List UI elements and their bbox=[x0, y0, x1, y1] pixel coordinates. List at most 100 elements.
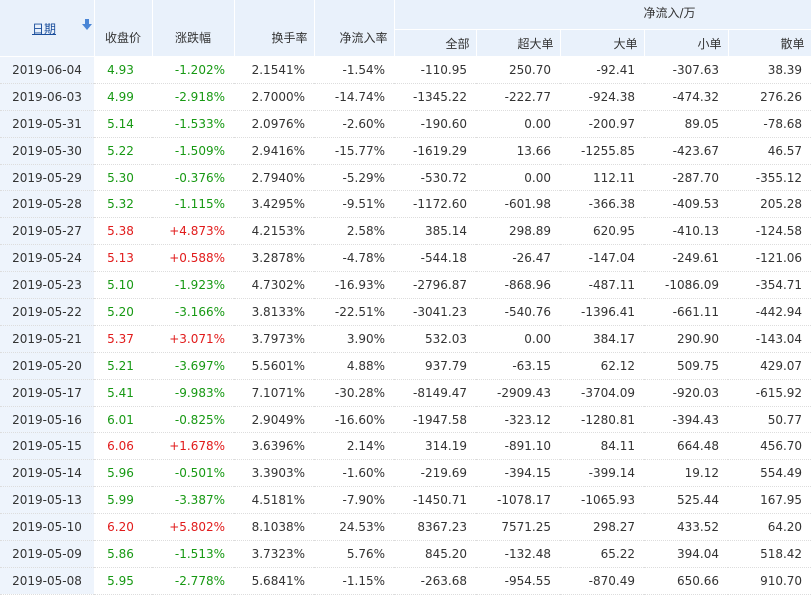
sort-desc-arrow-icon[interactable] bbox=[82, 19, 92, 31]
turnover-cell: 8.1038% bbox=[234, 513, 314, 542]
net-large-cell: 384.17 bbox=[560, 325, 644, 353]
date-cell: 2019-05-15 bbox=[0, 432, 94, 461]
net-small-cell: 509.75 bbox=[644, 352, 728, 380]
change-pct-cell: -0.825% bbox=[152, 406, 234, 434]
close-price-cell: 5.41 bbox=[94, 379, 152, 407]
change-pct-cell: -1.513% bbox=[152, 540, 234, 568]
table-header: 日期 收盘价 涨跌幅 换手率 净流入率 净流入/万 全部 超大单 大单 小单 散… bbox=[0, 0, 811, 57]
net-small-column-header[interactable]: 小单 bbox=[644, 29, 729, 57]
close-price-cell: 5.99 bbox=[94, 486, 152, 515]
change-pct-cell: +3.071% bbox=[152, 325, 234, 353]
net-rate-cell: -1.54% bbox=[314, 56, 394, 84]
net-all-cell: -1450.71 bbox=[394, 486, 476, 515]
turnover-cell: 2.1541% bbox=[234, 56, 314, 84]
net-extra-large-column-header[interactable]: 超大单 bbox=[476, 29, 561, 57]
net-all-cell: -1947.58 bbox=[394, 406, 476, 434]
net-rate-cell: 4.88% bbox=[314, 352, 394, 380]
date-sort-link[interactable]: 日期 bbox=[32, 22, 56, 36]
net-extra-large-cell: -26.47 bbox=[476, 244, 560, 273]
net-retail-cell: 64.20 bbox=[728, 513, 811, 542]
net-rate-cell: -16.93% bbox=[314, 271, 394, 300]
close-price-cell: 5.20 bbox=[94, 298, 152, 326]
table-row: 2019-05-22 5.20 -3.166% 3.8133% -22.51% -3041… bbox=[0, 298, 811, 326]
net-small-cell: -920.03 bbox=[644, 379, 728, 407]
date-cell: 2019-05-17 bbox=[0, 379, 94, 407]
change-pct-cell: -0.501% bbox=[152, 459, 234, 488]
table-row: 2019-05-23 5.10 -1.923% 4.7302% -16.93% -2796… bbox=[0, 271, 811, 300]
date-cell: 2019-05-30 bbox=[0, 137, 94, 165]
net-large-cell: 620.95 bbox=[560, 217, 644, 246]
turnover-cell: 5.5601% bbox=[234, 352, 314, 380]
net-rate-cell: -14.74% bbox=[314, 83, 394, 111]
net-retail-cell: 167.95 bbox=[728, 486, 811, 515]
net-large-cell: -870.49 bbox=[560, 567, 644, 595]
net-small-cell: 394.04 bbox=[644, 540, 728, 568]
net-all-cell: -1619.29 bbox=[394, 137, 476, 165]
net-large-cell: -487.11 bbox=[560, 271, 644, 300]
net-all-cell: 845.20 bbox=[394, 540, 476, 568]
net-small-cell: 89.05 bbox=[644, 110, 728, 138]
date-cell: 2019-05-13 bbox=[0, 486, 94, 515]
net-large-cell: 65.22 bbox=[560, 540, 644, 568]
close-price-cell: 4.93 bbox=[94, 56, 152, 84]
net-large-column-header[interactable]: 大单 bbox=[560, 29, 645, 57]
change-pct-cell: -1.533% bbox=[152, 110, 234, 138]
net-rate-cell: 2.58% bbox=[314, 217, 394, 246]
turnover-column-header[interactable]: 换手率 bbox=[234, 0, 315, 57]
net-retail-cell: 456.70 bbox=[728, 432, 811, 461]
net-large-cell: 298.27 bbox=[560, 513, 644, 542]
close-price-cell: 5.30 bbox=[94, 164, 152, 192]
close-price-cell: 5.32 bbox=[94, 190, 152, 219]
date-cell: 2019-05-16 bbox=[0, 406, 94, 434]
net-retail-cell: 276.26 bbox=[728, 83, 811, 111]
net-large-cell: -92.41 bbox=[560, 56, 644, 84]
close-column-header[interactable]: 收盘价 bbox=[94, 0, 153, 57]
net-all-column-header[interactable]: 全部 bbox=[394, 29, 477, 57]
net-retail-column-header[interactable]: 散单 bbox=[728, 29, 811, 57]
net-all-cell: -190.60 bbox=[394, 110, 476, 138]
net-large-cell: 112.11 bbox=[560, 164, 644, 192]
date-cell: 2019-06-04 bbox=[0, 56, 94, 84]
date-cell: 2019-05-31 bbox=[0, 110, 94, 138]
close-price-cell: 5.95 bbox=[94, 567, 152, 595]
net-large-cell: -1280.81 bbox=[560, 406, 644, 434]
net-retail-cell: -124.58 bbox=[728, 217, 811, 246]
net-small-cell: -474.32 bbox=[644, 83, 728, 111]
net-rate-cell: -1.15% bbox=[314, 567, 394, 595]
net-all-cell: 937.79 bbox=[394, 352, 476, 380]
net-all-cell: -2796.87 bbox=[394, 271, 476, 300]
net-small-cell: -661.11 bbox=[644, 298, 728, 326]
net-retail-cell: -355.12 bbox=[728, 164, 811, 192]
net-rate-cell: 2.14% bbox=[314, 432, 394, 461]
table-row: 2019-05-30 5.22 -1.509% 2.9416% -15.77% -1619… bbox=[0, 137, 811, 165]
net-rate-cell: -9.51% bbox=[314, 190, 394, 219]
net-rate-cell: -7.90% bbox=[314, 486, 394, 515]
turnover-cell: 3.4295% bbox=[234, 190, 314, 219]
net-small-cell: -287.70 bbox=[644, 164, 728, 192]
net-retail-cell: -121.06 bbox=[728, 244, 811, 273]
net-rate-cell: -30.28% bbox=[314, 379, 394, 407]
close-price-cell: 5.22 bbox=[94, 137, 152, 165]
net-large-cell: -147.04 bbox=[560, 244, 644, 273]
change-pct-cell: +5.802% bbox=[152, 513, 234, 542]
date-cell: 2019-05-10 bbox=[0, 513, 94, 542]
net-extra-large-cell: -2909.43 bbox=[476, 379, 560, 407]
net-rate-cell: 5.76% bbox=[314, 540, 394, 568]
date-cell: 2019-05-09 bbox=[0, 540, 94, 568]
change-column-header[interactable]: 涨跌幅 bbox=[152, 0, 235, 57]
net-rate-cell: -15.77% bbox=[314, 137, 394, 165]
net-large-cell: 62.12 bbox=[560, 352, 644, 380]
net-rate-cell: 3.90% bbox=[314, 325, 394, 353]
date-column-header[interactable]: 日期 bbox=[0, 0, 95, 57]
net-large-cell: -399.14 bbox=[560, 459, 644, 488]
net-small-cell: -249.61 bbox=[644, 244, 728, 273]
net-large-cell: -3704.09 bbox=[560, 379, 644, 407]
close-price-cell: 5.13 bbox=[94, 244, 152, 273]
net-retail-cell: 50.77 bbox=[728, 406, 811, 434]
net-extra-large-cell: -540.76 bbox=[476, 298, 560, 326]
net-rate-column-header[interactable]: 净流入率 bbox=[314, 0, 395, 57]
close-price-cell: 4.99 bbox=[94, 83, 152, 111]
date-cell: 2019-05-23 bbox=[0, 271, 94, 300]
net-extra-large-cell: 0.00 bbox=[476, 110, 560, 138]
date-cell: 2019-05-21 bbox=[0, 325, 94, 353]
